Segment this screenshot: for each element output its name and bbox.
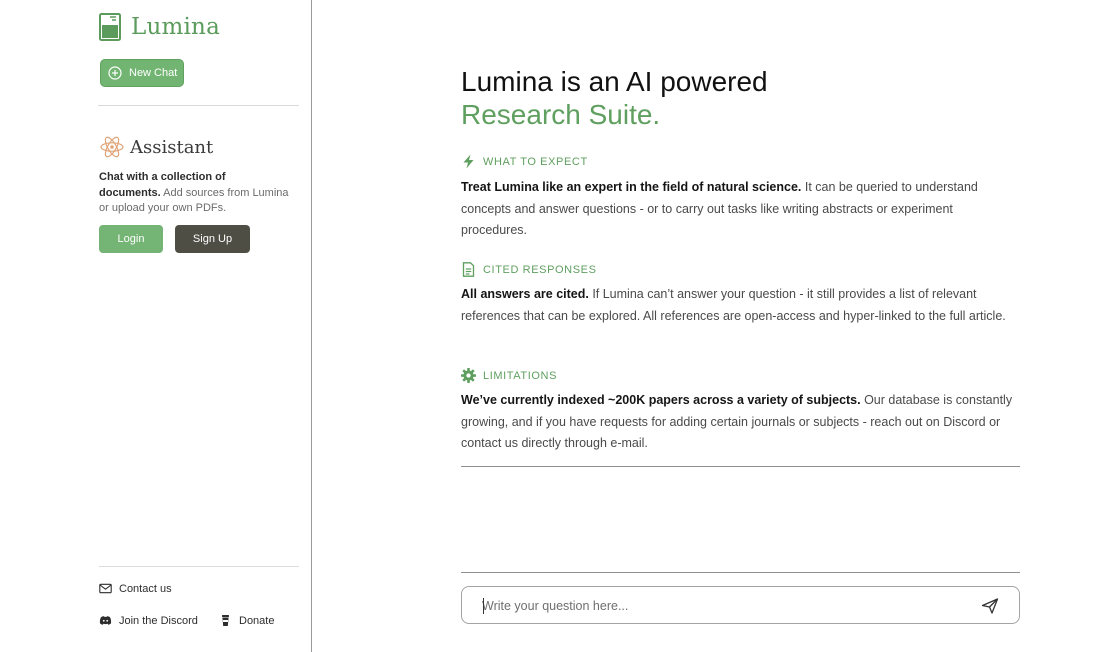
sidebar: Lumina New Chat Assistant Chat with a co… xyxy=(0,0,312,652)
discord-link[interactable]: Join the Discord xyxy=(99,614,198,627)
question-input[interactable] xyxy=(482,596,962,616)
assistant-title: Assistant xyxy=(130,136,214,158)
coffee-cup-icon xyxy=(222,615,229,626)
text-cursor xyxy=(483,598,484,614)
sidebar-footer-divider xyxy=(99,566,299,567)
question-box[interactable] xyxy=(461,586,1020,624)
beaker-icon xyxy=(99,13,121,41)
brand-name: Lumina xyxy=(131,14,220,40)
section-heading-label: LIMITATIONS xyxy=(483,369,558,382)
section-body-cited-responses: All answers are cited. If Lumina can’t a… xyxy=(461,284,1021,327)
section-heading-cited-responses: CITED RESPONSES xyxy=(461,262,597,277)
sidebar-divider xyxy=(98,105,299,106)
donate-link[interactable]: Donate xyxy=(219,614,274,627)
lightning-icon xyxy=(463,154,474,169)
section-heading-label: WHAT TO EXPECT xyxy=(483,155,588,168)
plus-circle-icon xyxy=(108,66,122,80)
app: Lumina New Chat Assistant Chat with a co… xyxy=(0,0,1120,652)
hero-heading: Lumina is an AI powered Research Suite. xyxy=(461,65,768,131)
section-lead: All answers are cited. xyxy=(461,287,589,301)
content-divider xyxy=(461,466,1020,467)
main-content: Lumina is an AI powered Research Suite. … xyxy=(313,0,1120,652)
atom-icon xyxy=(100,136,124,158)
section-body-what-to-expect: Treat Lumina like an expert in the field… xyxy=(461,177,1021,242)
section-heading-limitations: LIMITATIONS xyxy=(461,368,557,383)
assistant-description: Chat with a collection of documents. Add… xyxy=(99,170,289,217)
contact-us-label: Contact us xyxy=(119,582,172,595)
new-chat-button[interactable]: New Chat xyxy=(100,59,184,87)
new-chat-label: New Chat xyxy=(129,67,178,79)
signup-button[interactable]: Sign Up xyxy=(175,225,250,253)
gear-icon xyxy=(461,368,476,383)
section-body-limitations: We’ve currently indexed ~200K papers acr… xyxy=(461,390,1021,455)
discord-icon xyxy=(99,616,112,625)
contact-us-link[interactable]: Contact us xyxy=(99,582,172,595)
input-divider xyxy=(461,572,1020,573)
hero-title: Lumina is an AI powered xyxy=(461,66,768,97)
mail-icon xyxy=(99,583,112,594)
section-heading-what-to-expect: WHAT TO EXPECT xyxy=(461,154,588,169)
document-icon xyxy=(462,262,475,277)
section-lead: Treat Lumina like an expert in the field… xyxy=(461,180,802,194)
hero-subtitle: Research Suite. xyxy=(461,99,661,130)
section-lead: We’ve currently indexed ~200K papers acr… xyxy=(461,393,861,407)
donate-label: Donate xyxy=(239,614,275,627)
brand[interactable]: Lumina xyxy=(99,13,220,41)
assistant-header: Assistant xyxy=(99,134,213,160)
section-heading-label: CITED RESPONSES xyxy=(483,263,597,276)
login-button[interactable]: Login xyxy=(99,225,163,253)
send-icon[interactable] xyxy=(981,597,999,615)
discord-label: Join the Discord xyxy=(119,614,198,627)
